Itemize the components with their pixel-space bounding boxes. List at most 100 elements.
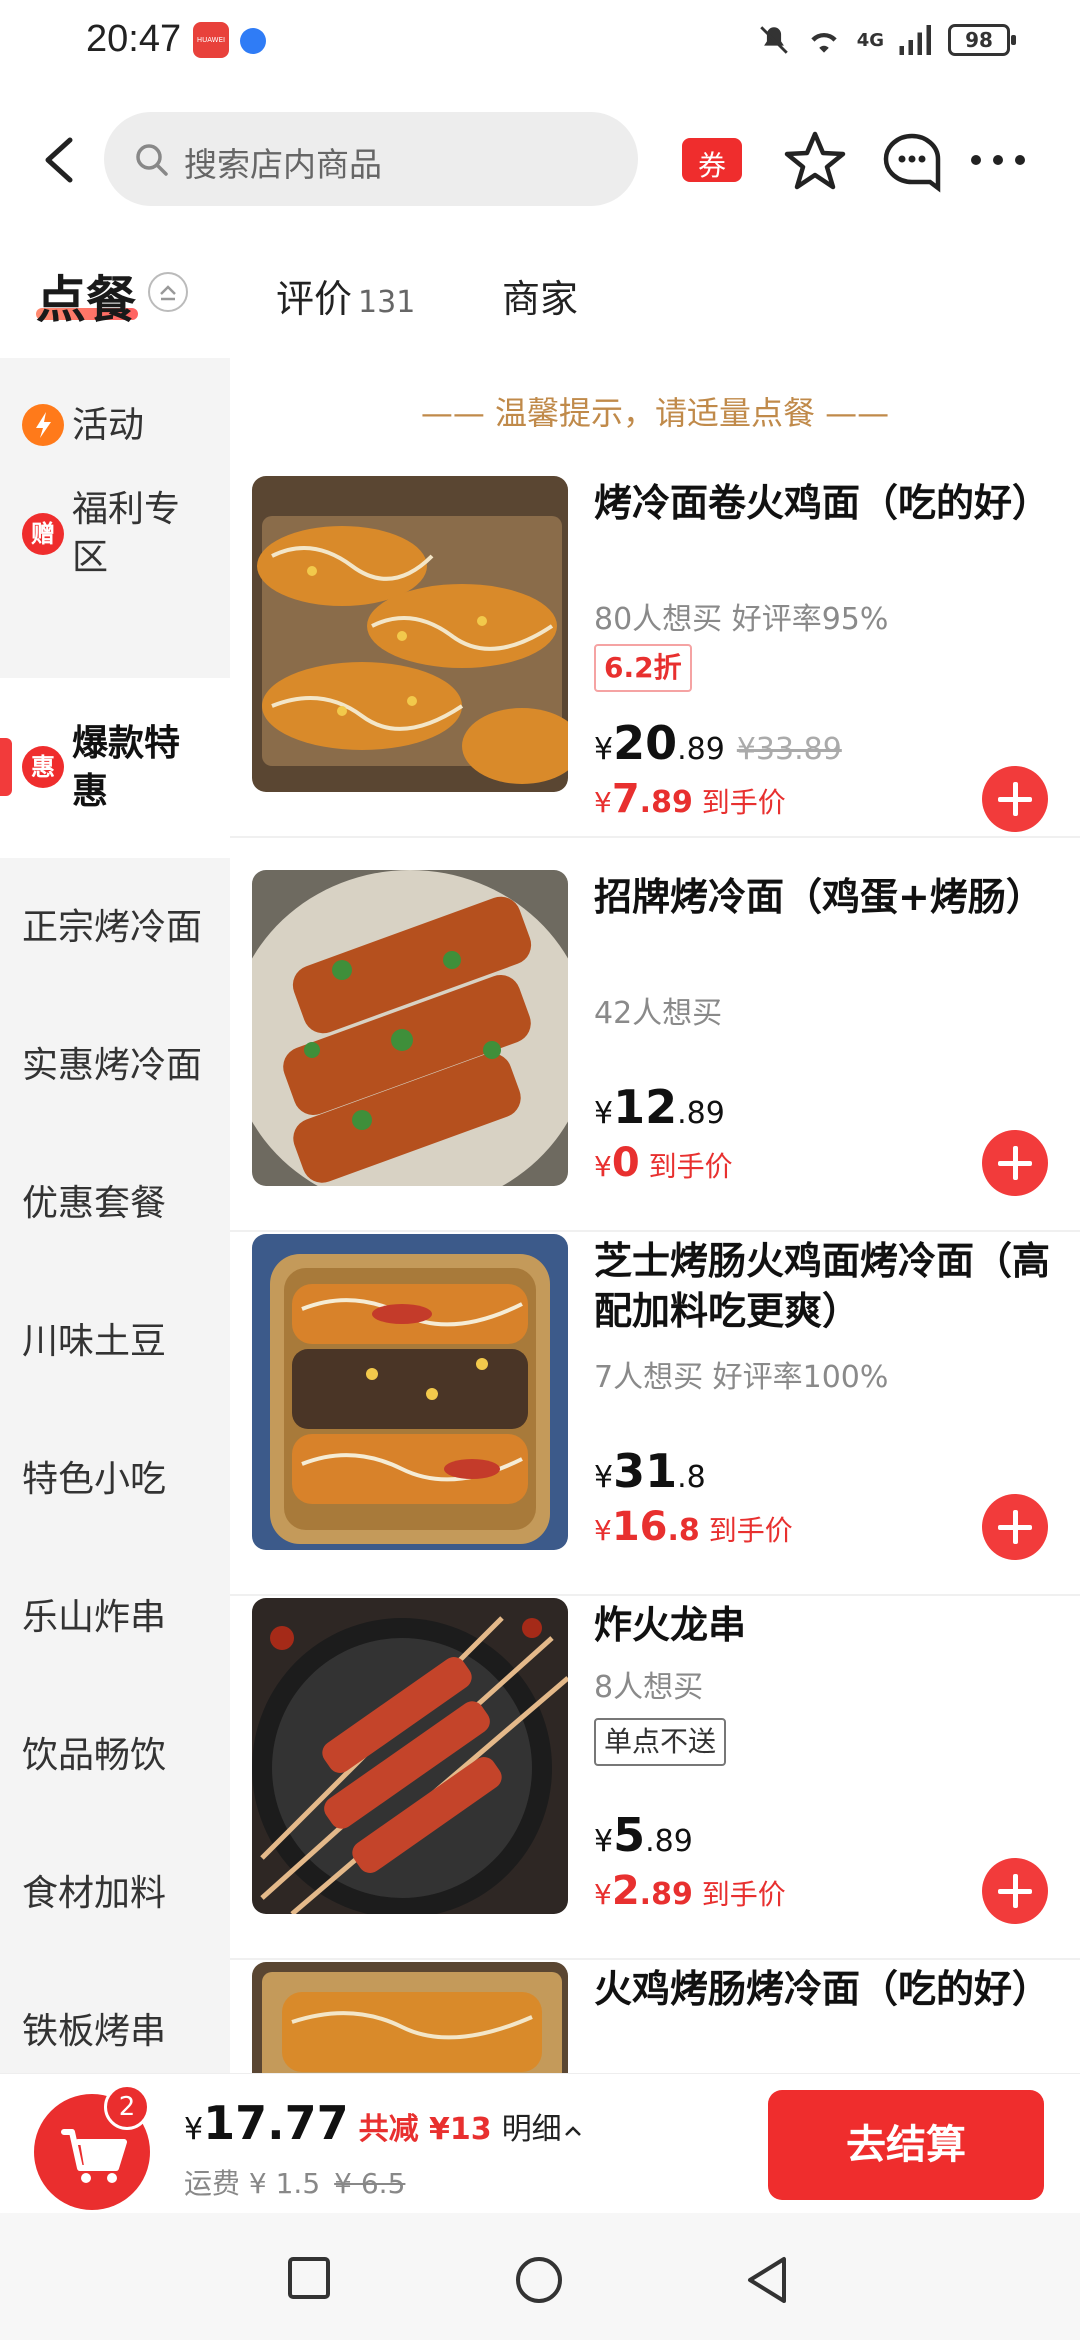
- screen: 20:47 HUAWEI 4G 98 搜索店内商品 券 点餐 评价 131 商家…: [0, 0, 1080, 2340]
- price-int: 5: [613, 1808, 646, 1862]
- currency: ¥: [594, 1824, 614, 1859]
- sidebar-item-drinks[interactable]: 饮品畅饮: [0, 1716, 230, 1796]
- sidebar-item-welfare[interactable]: 赠 福利专区: [0, 468, 230, 604]
- price-int: 12: [613, 1080, 678, 1134]
- product-card[interactable]: 烤冷面卷火鸡面（吃的好） 80人想买 好评率95% 6.2折 ¥20.89 ¥33…: [230, 476, 1080, 838]
- not-delivered-alone-tag: 单点不送: [594, 1718, 727, 1766]
- home-icon[interactable]: [512, 2253, 566, 2307]
- product-price: ¥5.89: [594, 1808, 693, 1862]
- sidebar-item-label: 正宗烤冷面: [22, 907, 203, 948]
- cart-count-badge: 2: [104, 2084, 150, 2130]
- favorite-button[interactable]: [781, 126, 849, 194]
- product-name: 招牌烤冷面（鸡蛋+烤肠）: [594, 875, 1044, 919]
- coupon-label: 券: [697, 149, 726, 182]
- battery-icon: 98: [948, 24, 1016, 56]
- status-icons: 4G 98: [757, 18, 1016, 62]
- product-card[interactable]: 招牌烤冷面（鸡蛋+烤肠） 42人想买 ¥12.89 ¥0 到手价: [230, 870, 1080, 1232]
- currency: ¥: [594, 732, 614, 767]
- product-name: 芝士烤肠火鸡面烤冷面（高配加料吃更爽）: [594, 1239, 1051, 1333]
- sidebar-item-label: 特色小吃: [22, 1459, 167, 1500]
- price-int: 20: [613, 716, 678, 770]
- tab-merchant[interactable]: 商家: [502, 268, 578, 323]
- product-image[interactable]: [252, 1234, 568, 1550]
- sidebar-item-label: 饮品畅饮: [22, 1735, 167, 1776]
- product-card[interactable]: 芝士烤肠火鸡面烤冷面（高配加料吃更爽） 7人想买 好评率100% ¥31.8 ¥…: [230, 1234, 1080, 1596]
- final-dec: .89: [639, 785, 693, 820]
- add-to-cart-button[interactable]: [982, 1130, 1048, 1196]
- sidebar-item-skewers[interactable]: 乐山炸串: [0, 1578, 230, 1658]
- final-label: 到手价: [708, 1514, 793, 1547]
- wifi-icon: [811, 32, 837, 53]
- currency: ¥: [594, 1150, 612, 1183]
- chat-bubble-icon: [883, 133, 941, 193]
- add-to-cart-button[interactable]: [982, 1494, 1048, 1560]
- notice-tip: —— 温馨提示，请适量点餐 ——: [420, 394, 890, 432]
- sidebar-item-label: 福利专区: [72, 489, 181, 578]
- add-to-cart-button[interactable]: [982, 766, 1048, 832]
- cart-total-amount: 17.77: [203, 2096, 349, 2150]
- signal-icon: [899, 25, 931, 55]
- product-image[interactable]: [252, 476, 568, 792]
- product-name: 烤冷面卷火鸡面（吃的好）: [594, 481, 1051, 525]
- sidebar-item-label: 爆款特惠: [72, 723, 181, 812]
- network-type: 4G: [856, 29, 884, 51]
- checkout-button[interactable]: 去结算: [768, 2090, 1044, 2200]
- sidebar-item-authentic[interactable]: 正宗烤冷面: [0, 888, 230, 968]
- sidebar-item-label: 乐山炸串: [22, 1597, 167, 1638]
- sidebar-item-label: 活动: [72, 405, 145, 446]
- more-button[interactable]: [964, 126, 1032, 194]
- search-bar[interactable]: 搜索店内商品: [104, 112, 638, 206]
- product-image[interactable]: [252, 870, 568, 1186]
- currency: ¥: [594, 1514, 612, 1547]
- sidebar-item-label: 川味土豆: [22, 1321, 167, 1362]
- tab-order[interactable]: 点餐: [36, 260, 136, 332]
- product-image[interactable]: [252, 1962, 568, 2073]
- top-nav: 搜索店内商品 券: [0, 108, 1080, 212]
- final-label: 到手价: [648, 1150, 733, 1183]
- tab-reviews[interactable]: 评价 131: [276, 268, 415, 323]
- final-dec: .8: [667, 1513, 700, 1548]
- flash-icon: [22, 404, 64, 446]
- cart-detail-link[interactable]: 明细: [502, 2112, 584, 2147]
- coupon-button[interactable]: 券: [678, 126, 746, 194]
- sidebar-item-value[interactable]: 实惠烤冷面: [0, 1026, 230, 1106]
- sidebar-item-addons[interactable]: 食材加料: [0, 1854, 230, 1934]
- product-image[interactable]: [252, 1598, 568, 1914]
- sidebar-item-snacks[interactable]: 特色小吃: [0, 1440, 230, 1520]
- product-price: ¥20.89 ¥33.89: [594, 716, 842, 770]
- sidebar-item-activity[interactable]: 活动: [0, 358, 230, 468]
- product-card[interactable]: 火鸡烤肠烤冷面（吃的好）: [230, 1962, 1080, 2073]
- sidebar-item-griddle[interactable]: 铁板烤串: [0, 1992, 230, 2072]
- sidebar-item-label: 铁板烤串: [22, 2011, 167, 2052]
- back-arrow-icon: [45, 137, 73, 183]
- cart-discount: 共减 ¥13: [358, 2112, 492, 2147]
- price-dec: .8: [677, 1460, 706, 1495]
- sidebar-item-hot-deals[interactable]: 惠 爆款特惠: [0, 678, 230, 858]
- back-nav-icon[interactable]: [742, 2253, 792, 2307]
- active-indicator: [0, 738, 12, 796]
- product-name: 炸火龙串: [594, 1603, 747, 1647]
- product-stats: 7人想买 好评率100%: [594, 1360, 889, 1395]
- collapse-icon[interactable]: [148, 272, 188, 312]
- category-sidebar: 活动 赠 福利专区 惠 爆款特惠 正宗烤冷面 实惠烤冷面 优惠套餐 川味土豆 特…: [0, 358, 230, 2073]
- final-label: 到手价: [701, 786, 786, 819]
- product-stats: 8人想买: [594, 1670, 704, 1705]
- cart-detail-label: 明细: [501, 2112, 562, 2147]
- sidebar-item-potato[interactable]: 川味土豆: [0, 1302, 230, 1382]
- more-dots-icon: [971, 155, 1025, 165]
- sidebar-item-combo[interactable]: 优惠套餐: [0, 1164, 230, 1244]
- mute-icon: [759, 26, 788, 54]
- sidebar-item-label: 食材加料: [22, 1873, 167, 1914]
- gift-badge-icon: 赠: [22, 513, 64, 555]
- back-button[interactable]: [30, 126, 90, 194]
- customer-service-button[interactable]: [878, 126, 946, 194]
- tab-reviews-count: 131: [358, 285, 416, 320]
- recent-apps-icon[interactable]: [284, 2253, 334, 2303]
- search-icon: [136, 144, 168, 176]
- shipping-fee-value: 运费 ¥ 1.5: [184, 2167, 321, 2200]
- add-to-cart-button[interactable]: [982, 1858, 1048, 1924]
- product-stats: 42人想买: [594, 996, 723, 1031]
- system-nav-bar: [0, 2213, 1080, 2340]
- product-price: ¥31.8: [594, 1444, 706, 1498]
- product-card[interactable]: 炸火龙串 8人想买 单点不送 ¥5.89 ¥2.89 到手价: [230, 1598, 1080, 1960]
